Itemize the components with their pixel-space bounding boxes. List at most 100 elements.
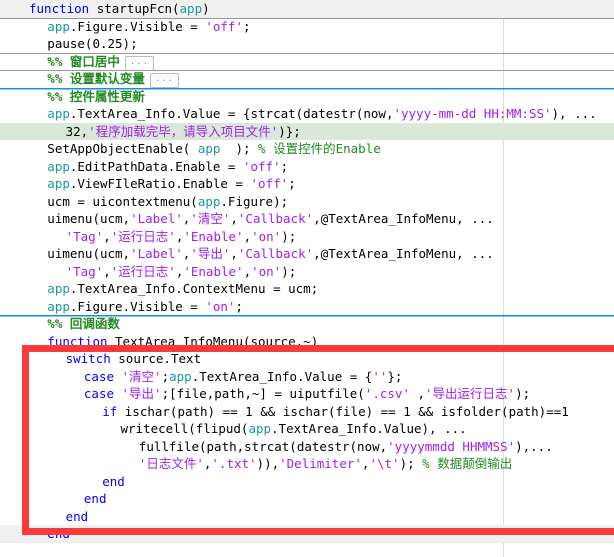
code-line[interactable]: switch source.Text — [0, 350, 614, 368]
code-token-pl: ); — [281, 228, 297, 244]
code-token-pl: ; — [288, 176, 296, 191]
code-token-pl: , — [103, 228, 111, 244]
code-token-var: app — [169, 368, 192, 384]
code-token-pl: ); — [515, 386, 531, 401]
code-lines-container[interactable]: function startupFcn(app) app.Figure.Visib… — [0, 0, 614, 557]
code-token-kw: end — [65, 508, 89, 524]
code-token-kw: case — [83, 368, 122, 384]
code-token-pl: ,@TextArea_InfoMenu, ... — [313, 211, 494, 226]
code-token-cmt: % 数据颠倒输出 — [422, 456, 513, 471]
code-token-str: 'Tag' — [65, 263, 104, 279]
code-line[interactable]: %% 窗口居中... — [0, 53, 614, 71]
code-token-var: app — [47, 18, 70, 34]
code-line[interactable]: app.ViewFIleRatio.Enable = 'off'; — [0, 175, 614, 193]
code-token-pl: ); — [220, 141, 259, 156]
code-token-pl: ;[file,path,~] = uiputfile( — [161, 386, 365, 401]
code-line[interactable]: fullfile(path,strcat(datestr(now,'yyyymm… — [0, 438, 614, 456]
code-token-str: '清空' — [121, 368, 162, 384]
code-token-kw: if — [102, 403, 118, 419]
code-line[interactable]: app.Figure.Visible = 'off'; — [0, 18, 614, 36]
code-token-var: app — [47, 298, 70, 314]
code-token-sect: %% 设置默认变量 — [47, 71, 145, 86]
code-token-pl: ), ... — [551, 106, 597, 121]
code-token-pl: ,@TextArea_InfoMenu, ... — [313, 246, 494, 261]
code-line[interactable]: %% 设置默认变量... — [0, 70, 614, 88]
code-line[interactable]: pause(0.25); — [0, 35, 614, 53]
code-line[interactable]: 'Tag','运行日志','Enable','on'); — [0, 228, 614, 246]
code-token-pl: .TextArea_Info.Value), ... — [271, 421, 467, 436]
code-token-str: 'on' — [251, 263, 282, 279]
code-token-sect: %% 窗口居中 — [47, 53, 120, 69]
code-token-str: 'Enable' — [183, 263, 244, 279]
code-fold-expander[interactable]: ... — [124, 55, 155, 71]
code-line[interactable]: app.TextArea_Info.Value = {strcat(datest… — [0, 105, 614, 123]
code-token-pl: ); — [281, 263, 297, 279]
code-line[interactable]: app.EditPathData.Enable = 'off'; — [0, 158, 614, 176]
code-token-str: '' — [372, 368, 388, 384]
code-token-str: 'Label' — [130, 246, 183, 261]
code-line[interactable]: case '导出';[file,path,~] = uiputfile('.cs… — [0, 385, 614, 403]
code-line[interactable]: case '清空';app.TextArea_Info.Value = {''}… — [0, 368, 614, 386]
code-token-pl: ; — [242, 18, 251, 34]
code-token-kw: end — [102, 473, 125, 489]
code-token-pl: )), — [256, 456, 280, 471]
code-token-str: 'off' — [250, 176, 289, 191]
code-token-var: app — [179, 1, 203, 16]
code-line[interactable]: end — [0, 525, 614, 543]
code-token-pl: ; — [235, 298, 243, 314]
code-token-pl: ); — [399, 456, 423, 471]
code-token-str: '清空' — [190, 211, 231, 226]
code-line[interactable]: if ischar(path) == 1 && ischar(file) == … — [0, 403, 614, 421]
code-fold-expander[interactable]: ... — [149, 73, 180, 88]
code-line[interactable]: uimenu(ucm,'Label','导出','Callback',@Text… — [0, 245, 614, 263]
code-line[interactable]: writecell(flipud(app.TextArea_Info.Value… — [0, 420, 614, 438]
code-line[interactable]: app.Figure.Visible = 'on'; — [0, 298, 614, 316]
code-token-pl: , — [243, 228, 252, 244]
code-token-str: 'on' — [205, 298, 236, 314]
code-token-pl: ; — [280, 158, 289, 174]
code-token-str: '程序加载完毕，请导入项目文件' — [88, 123, 279, 139]
code-token-pl: .EditPathData.Enable = — [69, 158, 243, 174]
code-editor[interactable]: function startupFcn(app) app.Figure.Visib… — [0, 0, 614, 557]
code-line[interactable]: uimenu(ucm,'Label','清空','Callback',@Text… — [0, 210, 614, 228]
code-token-var: app — [47, 106, 70, 121]
code-line[interactable]: 32,'程序加载完毕，请导入项目文件')}; — [0, 122, 614, 140]
code-token-str: '导出' — [121, 386, 162, 401]
code-token-var: app — [47, 176, 70, 191]
code-line[interactable]: %% 回调函数 — [0, 315, 614, 333]
code-line[interactable]: end — [0, 508, 614, 526]
code-token-pl: .Figure); — [220, 193, 289, 209]
code-token-str: '导出' — [190, 246, 231, 261]
code-token-pl: ) — [202, 1, 210, 16]
code-token-sect: %% 回调函数 — [47, 316, 120, 331]
code-line[interactable]: end — [0, 473, 614, 491]
code-token-kw: end — [83, 491, 107, 506]
code-line[interactable]: 'Tag','运行日志','Enable','on'); — [0, 263, 614, 281]
code-token-str: '.csv' — [364, 386, 410, 401]
code-token-pl: pause(0.25); — [47, 36, 138, 51]
code-line[interactable]: %% 控件属性更新 — [0, 88, 614, 106]
code-line[interactable]: function startupFcn(app) — [0, 0, 614, 18]
code-token-pl: ; — [161, 368, 170, 384]
code-token-pl: .TextArea_Info.Value = {strcat(datestr(n… — [69, 106, 394, 121]
code-token-pl: uimenu(ucm, — [47, 246, 131, 261]
code-token-str: 'Label' — [130, 211, 183, 226]
code-token-pl: , — [103, 263, 111, 279]
code-line[interactable]: ucm = uicontextmenu(app.Figure); — [0, 193, 614, 211]
code-token-str: '运行日志' — [110, 263, 176, 279]
code-line[interactable]: function TextArea_InfoMenu(source,~) — [0, 333, 614, 351]
code-token-kw: function — [47, 333, 116, 349]
code-line[interactable]: app.TextArea_Info.ContextMenu = ucm; — [0, 280, 614, 298]
code-token-str: 'on' — [251, 228, 282, 244]
code-token-pl: uimenu(ucm, — [47, 211, 131, 226]
code-token-str: 'Callback' — [237, 211, 314, 226]
code-line[interactable]: SetAppObjectEnable( app ); % 设置控件的Enable — [0, 140, 614, 158]
code-token-pl: , — [230, 211, 238, 226]
code-line[interactable]: end — [0, 490, 614, 508]
code-line[interactable]: '日志文件','.txt')),'Delimiter','\t'); % 数据颠… — [0, 455, 614, 473]
code-token-pl: ischar(path) == 1 && ischar(file) == 1 &… — [117, 403, 569, 419]
code-token-str: 'Callback' — [237, 246, 314, 261]
code-token-kw: case — [83, 386, 122, 401]
code-token-str: 'Enable' — [183, 228, 244, 244]
code-token-str: '.txt' — [211, 456, 257, 471]
